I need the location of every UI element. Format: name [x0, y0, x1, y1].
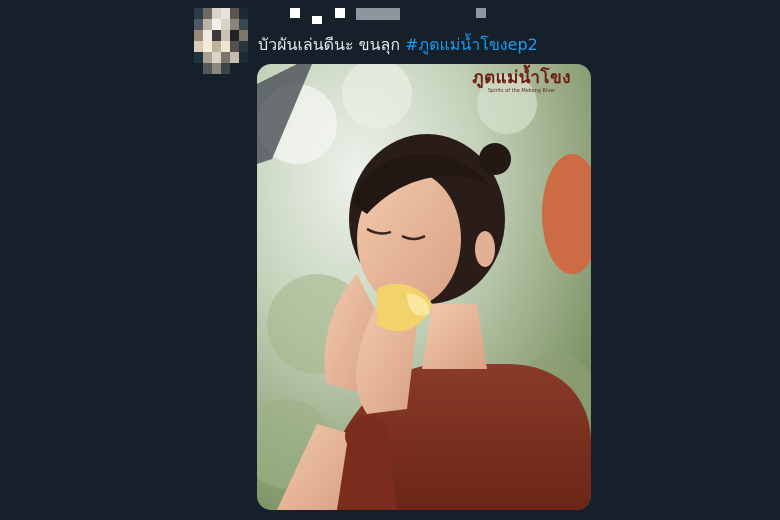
woman-eating-durian-photo	[257, 64, 591, 510]
hashtag-link[interactable]: #ภูตแม่น้ำโขงep2	[405, 35, 538, 54]
media-watermark-logo: ภูตแม่น้ำโขง Spirits of the Mekong River	[472, 68, 571, 94]
author-name-blurred[interactable]	[290, 8, 490, 24]
tweet-body: บัวผันเล่นดีนะ ขนลุก	[258, 35, 406, 54]
tweet: บัวผันเล่นดีนะ ขนลุก #ภูตแม่น้ำโขงep2 ภู…	[0, 0, 780, 520]
avatar[interactable]	[194, 8, 248, 74]
tweet-media-photo[interactable]: ภูตแม่น้ำโขง Spirits of the Mekong River	[257, 64, 591, 510]
watermark-title: ภูตแม่น้ำโขง	[472, 68, 571, 88]
watermark-subtitle: Spirits of the Mekong River	[487, 88, 556, 94]
tweet-text: บัวผันเล่นดีนะ ขนลุก #ภูตแม่น้ำโขงep2	[258, 33, 538, 58]
